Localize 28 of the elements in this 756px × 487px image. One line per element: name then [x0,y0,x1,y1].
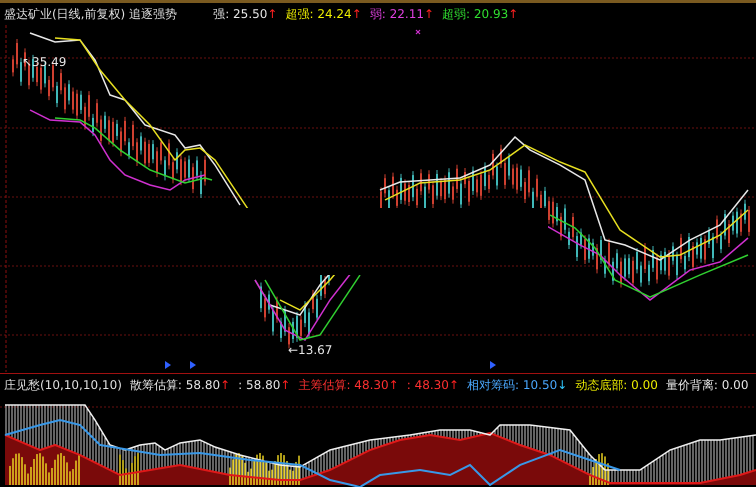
indicator-reading: : 58.80 [238,377,280,394]
indicator-reading: 弱: 22.11 [370,6,424,23]
indicator-reading: 量价背离: 0.00 [666,377,748,394]
indicator-name: 追逐强势 [129,7,178,21]
arrow-icon: ↑ [448,374,460,395]
indicator-reading: 强: 25.50 [213,6,268,23]
indicator-reading: 主筹估算: 48.30 [298,377,389,394]
signal-marker-icon [490,361,496,369]
arrow-icon: ↑ [388,374,399,395]
arrow-icon: ↑ [220,374,230,395]
cross-marker-icon [415,29,421,35]
indicator-reading: 超强: 24.24 [285,6,352,23]
price-label: ←13.67 [288,343,332,357]
arrow-icon: ↑ [267,3,278,25]
indicator-reading: 超弱: 20.93 [442,6,508,23]
signal-marker-icon [190,361,196,369]
chart-title: 盛达矿业(日线,前复权) [4,7,126,21]
arrow-icon: ↑ [352,3,362,25]
indicator-reading: 动态底部: 0.00 [575,377,658,394]
arrow-icon: ↑ [424,3,434,25]
signal-marker-icon [165,361,171,369]
indicator-reading: 散筹估算: 58.80 [130,377,220,394]
indicator-name: 庄见愁(10,10,10,10) [4,377,122,394]
arrow-icon: ↓ [557,374,568,395]
arrow-icon: ↑ [508,3,518,25]
indicator-reading: 相对筹码: 10.50 [467,377,558,394]
indicator-reading: : 48.30 [406,377,449,394]
arrow-icon: ↑ [280,374,290,395]
